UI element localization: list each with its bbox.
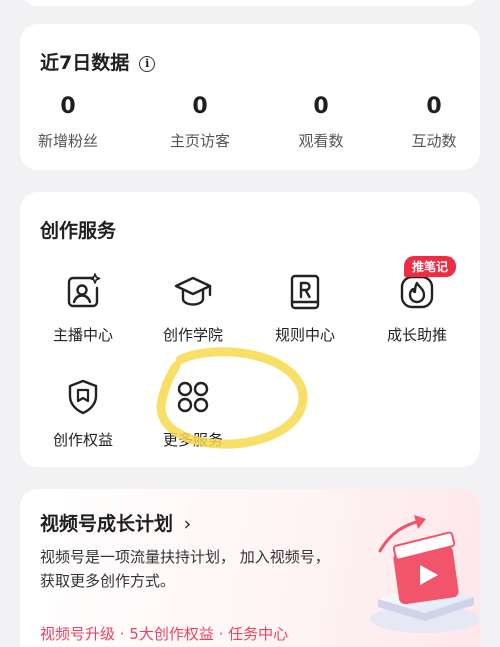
- shield-icon: [63, 377, 103, 417]
- service-creator-rights[interactable]: 创作权益: [28, 377, 138, 450]
- growth-plan-card[interactable]: 视频号成长计划 › 视频号是一项流量扶持计划， 加入视频号，获取更多创作方式。 …: [20, 489, 480, 647]
- stat-value: 0: [313, 94, 329, 119]
- growth-description: 视频号是一项流量扶持计划， 加入视频号，获取更多创作方式。: [40, 548, 330, 590]
- flame-boost-icon: [397, 272, 437, 312]
- stat-label: 主页访客: [169, 132, 230, 150]
- stat-views[interactable]: 0 观看数: [271, 94, 371, 151]
- video-play-illustration-icon: [370, 515, 480, 633]
- four-circles-icon: [173, 377, 213, 417]
- stats-title: 近7日数据: [40, 52, 130, 74]
- growth-links[interactable]: 视频号升级 · 5大创作权益 · 任务中心: [40, 623, 288, 644]
- stat-label: 观看数: [298, 132, 344, 150]
- stat-profile-visitors[interactable]: 0 主页访客: [150, 94, 250, 151]
- stat-value: 0: [60, 94, 76, 119]
- service-label: 创作权益: [52, 431, 113, 449]
- graduation-cap-icon: [173, 272, 213, 312]
- anchor-profile-icon: [63, 272, 103, 312]
- service-more-services[interactable]: 更多服务: [138, 377, 248, 450]
- service-creator-academy[interactable]: 创作学院: [138, 272, 248, 345]
- service-label: 创作学院: [162, 326, 223, 344]
- rules-book-icon: [285, 272, 325, 312]
- services-title: 创作服务: [40, 220, 117, 242]
- stats-card: 近7日数据 i 0 新增粉丝 0 主页访客 0 观看数 0 互动数: [20, 24, 480, 170]
- service-anchor-center[interactable]: 主播中心: [28, 272, 138, 345]
- services-card: 创作服务 主播中心 创作学院 规则中心 成长助推 推笔记 创作权益 更多服务: [20, 192, 480, 467]
- stats-title-row: 近7日数据 i: [40, 48, 156, 75]
- growth-title: 视频号成长计划: [40, 513, 174, 535]
- service-rules-center[interactable]: 规则中心: [250, 272, 360, 345]
- chevron-right-icon: ›: [183, 513, 192, 535]
- service-growth-boost[interactable]: 成长助推: [362, 272, 472, 345]
- stat-value: 0: [426, 94, 442, 119]
- service-label: 主播中心: [52, 326, 113, 344]
- stat-label: 新增粉丝: [37, 132, 98, 150]
- service-label: 规则中心: [274, 326, 335, 344]
- info-icon[interactable]: i: [139, 55, 156, 72]
- service-label: 成长助推: [386, 326, 447, 344]
- notes-badge[interactable]: 推笔记: [404, 256, 457, 277]
- stat-new-followers[interactable]: 0 新增粉丝: [18, 94, 118, 151]
- stat-label: 互动数: [411, 132, 457, 150]
- service-label: 更多服务: [162, 431, 223, 449]
- stat-interactions[interactable]: 0 互动数: [384, 94, 484, 151]
- previous-card: [20, 0, 480, 6]
- stat-value: 0: [192, 94, 208, 119]
- growth-title-row[interactable]: 视频号成长计划 ›: [40, 509, 191, 536]
